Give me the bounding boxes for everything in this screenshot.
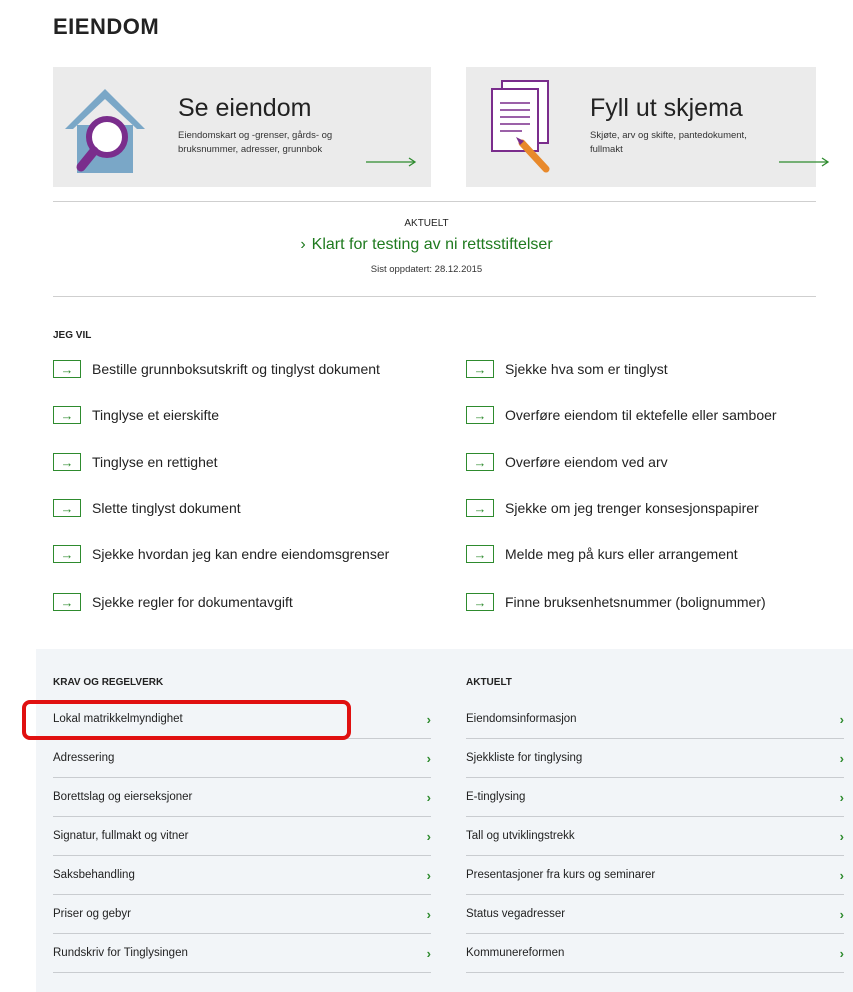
page-title: EIENDOM xyxy=(53,14,160,39)
krav-link[interactable]: Signatur, fullmakt og vitner › xyxy=(53,817,431,856)
aktuelt-heading: AKTUELT xyxy=(466,677,512,688)
jeg-vil-link[interactable]: → Bestille grunnboksutskrift og tinglyst… xyxy=(53,358,380,380)
highlight-annotation xyxy=(22,700,351,740)
document-pen-icon xyxy=(488,77,558,186)
jeg-vil-link[interactable]: → Overføre eiendom ved arv xyxy=(466,451,668,473)
jeg-vil-link-label: Melde meg på kurs eller arrangement xyxy=(505,546,738,562)
arrow-right-icon: → xyxy=(53,360,81,378)
chevron-right-icon: › xyxy=(839,945,844,961)
jeg-vil-link-label: Sjekke om jeg trenger konsesjonspapirer xyxy=(505,500,759,516)
krav-link-label: Priser og gebyr xyxy=(53,908,131,920)
jeg-vil-link[interactable]: → Tinglyse et eierskifte xyxy=(53,404,219,426)
arrow-right-icon: → xyxy=(466,499,494,517)
krav-link-label: Rundskriv for Tinglysingen xyxy=(53,947,188,959)
chevron-right-icon: › xyxy=(839,906,844,922)
arrow-right-icon xyxy=(366,154,418,172)
krav-link-label: Borettslag og eierseksjoner xyxy=(53,791,193,803)
jeg-vil-link-label: Slette tinglyst dokument xyxy=(92,500,241,516)
arrow-right-icon: → xyxy=(53,593,81,611)
jeg-vil-link[interactable]: → Slette tinglyst dokument xyxy=(53,497,241,519)
se-eiendom-card[interactable]: Se eiendom Eiendomskart og -grenser, går… xyxy=(53,67,431,187)
jeg-vil-link-label: Tinglyse et eierskifte xyxy=(92,407,220,423)
chevron-right-icon: › xyxy=(839,828,844,844)
card-description: Skjøte, arv og skifte, pantedokument, fu… xyxy=(590,130,747,155)
house-magnifier-icon xyxy=(61,81,161,186)
jeg-vil-heading: JEG VIL xyxy=(53,330,92,341)
arrow-right-icon: → xyxy=(466,360,494,378)
chevron-right-icon: › xyxy=(300,236,306,253)
arrow-right-icon: → xyxy=(53,406,81,424)
krav-link[interactable]: Priser og gebyr › xyxy=(53,895,431,934)
arrow-right-icon: → xyxy=(466,593,494,611)
jeg-vil-link[interactable]: → Sjekke hvordan jeg kan endre eiendomsg… xyxy=(53,543,389,565)
chevron-right-icon: › xyxy=(426,867,431,883)
card-title: Se eiendom xyxy=(178,94,312,122)
chevron-right-icon: › xyxy=(426,789,431,805)
krav-link-label: Saksbehandling xyxy=(53,869,135,881)
divider xyxy=(53,201,816,202)
aktuelt-link[interactable]: Presentasjoner fra kurs og seminarer › xyxy=(466,856,844,895)
jeg-vil-link-label: Sjekke hvordan jeg kan endre eiendomsgre… xyxy=(92,546,390,562)
arrow-right-icon: → xyxy=(466,406,494,424)
news-headline-link[interactable]: › Klart for testing av ni rettsstiftelser xyxy=(0,236,853,254)
aktuelt-link[interactable]: E-tinglysing › xyxy=(466,778,844,817)
arrow-right-icon: → xyxy=(53,453,81,471)
news-date: Sist oppdatert: 28.12.2015 xyxy=(370,264,483,275)
jeg-vil-link-label: Finne bruksenhetsnummer (bolignummer) xyxy=(505,594,766,610)
news-headline-text: Klart for testing av ni rettsstiftelser xyxy=(311,236,553,253)
aktuelt-link-label: Presentasjoner fra kurs og seminarer xyxy=(466,869,656,881)
jeg-vil-link[interactable]: → Sjekke regler for dokumentavgift xyxy=(53,591,293,613)
aktuelt-link[interactable]: Status vegadresser › xyxy=(466,895,844,934)
arrow-right-icon: → xyxy=(466,545,494,563)
chevron-right-icon: › xyxy=(839,750,844,766)
chevron-right-icon: › xyxy=(426,945,431,961)
fyll-ut-skjema-card[interactable]: Fyll ut skjema Skjøte, arv og skifte, pa… xyxy=(466,67,830,187)
jeg-vil-link-label: Overføre eiendom til ektefelle eller sam… xyxy=(505,407,777,423)
aktuelt-link-label: E-tinglysing xyxy=(466,791,526,803)
krav-link-label: Adressering xyxy=(53,752,115,764)
krav-link[interactable]: Saksbehandling › xyxy=(53,856,431,895)
aktuelt-link-label: Tall og utviklingstrekk xyxy=(466,830,575,842)
jeg-vil-link[interactable]: → Sjekke om jeg trenger konsesjonspapire… xyxy=(466,497,759,519)
aktuelt-link[interactable]: Tall og utviklingstrekk › xyxy=(466,817,844,856)
aktuelt-link-label: Sjekkliste for tinglysing xyxy=(466,752,583,764)
chevron-right-icon: › xyxy=(426,906,431,922)
chevron-right-icon: › xyxy=(426,828,431,844)
jeg-vil-link-label: Sjekke hva som er tinglyst xyxy=(505,361,668,377)
jeg-vil-link[interactable]: → Overføre eiendom til ektefelle eller s… xyxy=(466,404,777,426)
krav-heading: KRAV OG REGELVERK xyxy=(53,677,164,688)
jeg-vil-link[interactable]: → Melde meg på kurs eller arrangement xyxy=(466,543,738,565)
jeg-vil-link[interactable]: → Finne bruksenhetsnummer (bolignummer) xyxy=(466,591,766,613)
krav-link[interactable]: Adressering › xyxy=(53,739,431,778)
jeg-vil-link-label: Bestille grunnboksutskrift og tinglyst d… xyxy=(92,361,380,377)
jeg-vil-link[interactable]: → Tinglyse en rettighet xyxy=(53,451,218,473)
krav-link[interactable]: Rundskriv for Tinglysingen › xyxy=(53,934,431,973)
chevron-right-icon: › xyxy=(839,711,844,727)
card-title: Fyll ut skjema xyxy=(590,94,743,122)
arrow-right-icon: → xyxy=(53,499,81,517)
arrow-right-icon: → xyxy=(53,545,81,563)
jeg-vil-link-label: Overføre eiendom ved arv xyxy=(505,454,668,470)
chevron-right-icon: › xyxy=(839,789,844,805)
jeg-vil-link[interactable]: → Sjekke hva som er tinglyst xyxy=(466,358,668,380)
jeg-vil-link-label: Tinglyse en rettighet xyxy=(92,454,218,470)
aktuelt-link[interactable]: Sjekkliste for tinglysing › xyxy=(466,739,844,778)
aktuelt-link-label: Eiendomsinformasjon xyxy=(466,713,577,725)
news-label: AKTUELT xyxy=(404,218,449,229)
chevron-right-icon: › xyxy=(426,711,431,727)
arrow-right-icon xyxy=(779,154,831,172)
aktuelt-link[interactable]: Eiendomsinformasjon › xyxy=(466,700,844,739)
aktuelt-link-label: Status vegadresser xyxy=(466,908,566,920)
chevron-right-icon: › xyxy=(839,867,844,883)
card-description: Eiendomskart og -grenser, gårds- og bruk… xyxy=(178,130,333,155)
krav-link-label: Signatur, fullmakt og vitner xyxy=(53,830,189,842)
aktuelt-link[interactable]: Kommunereformen › xyxy=(466,934,844,973)
arrow-right-icon: → xyxy=(466,453,494,471)
krav-link[interactable]: Borettslag og eierseksjoner › xyxy=(53,778,431,817)
jeg-vil-link-label: Sjekke regler for dokumentavgift xyxy=(92,594,293,610)
chevron-right-icon: › xyxy=(426,750,431,766)
divider xyxy=(53,296,816,297)
aktuelt-link-label: Kommunereformen xyxy=(466,947,565,959)
